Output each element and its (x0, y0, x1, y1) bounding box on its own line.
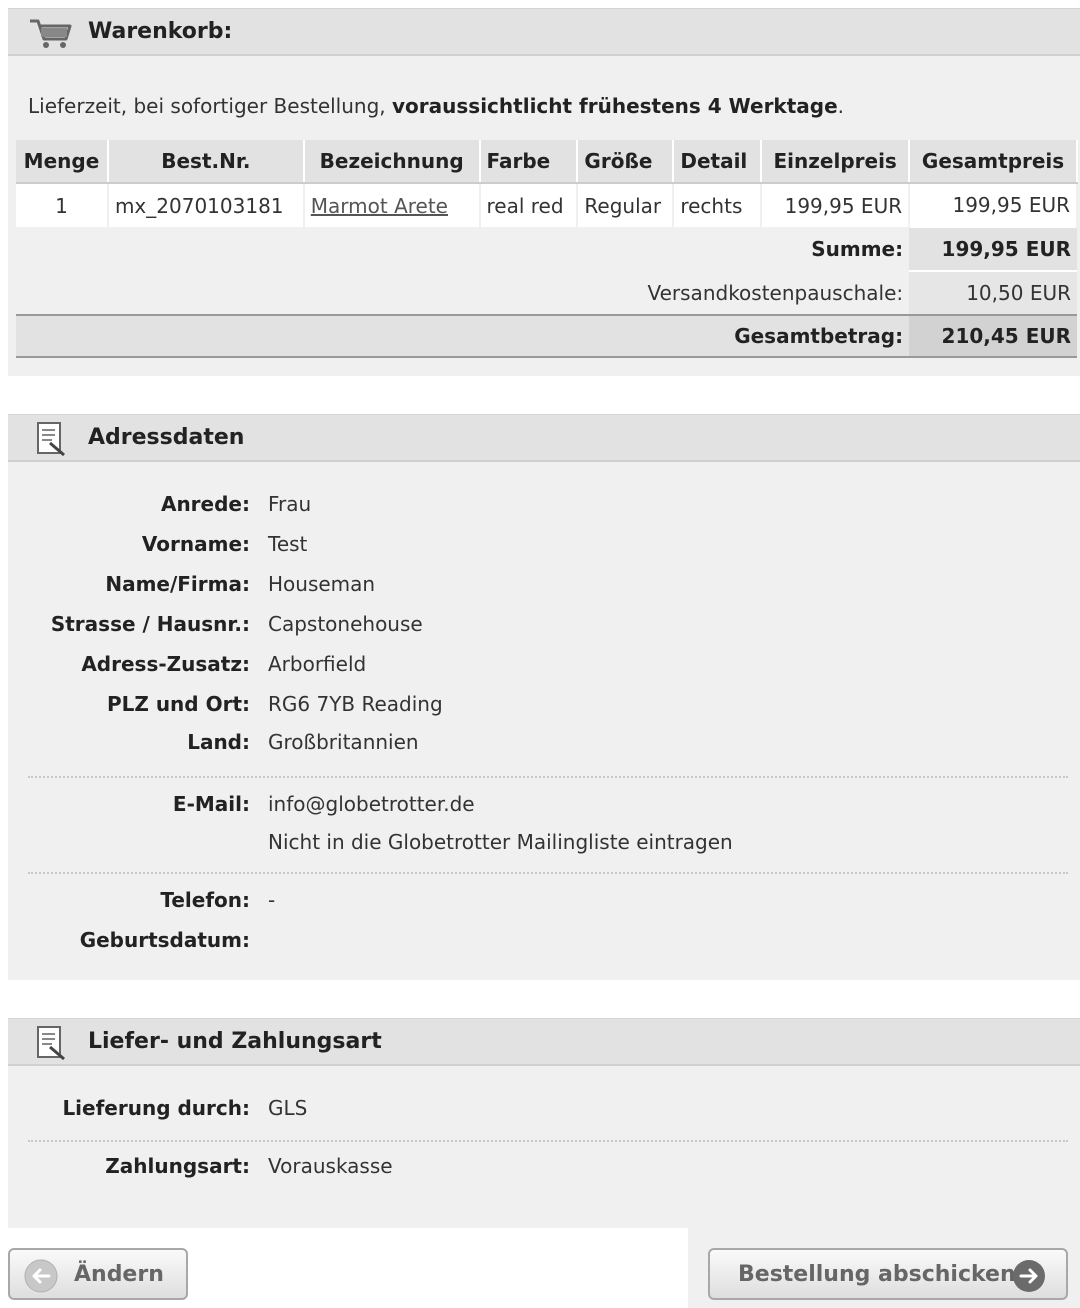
name-label: Name/Firma: (105, 572, 250, 596)
subtotal-label: Summe: (16, 227, 910, 271)
cart-title: Warenkorb: (88, 19, 233, 44)
change-button-label: Ändern (74, 1262, 164, 1287)
street-row: Strasse / Hausnr.: Capstonehouse (8, 612, 1080, 648)
delivery-time-estimate: voraussichtlicht frühestens 4 Werktage (392, 94, 838, 118)
address-title: Adressdaten (88, 425, 245, 450)
payment-row: Zahlungsart: Vorauskasse (8, 1154, 1080, 1190)
document-edit-icon (37, 1026, 65, 1061)
street-value: Capstonehouse (268, 612, 423, 636)
delivery-row: Lieferung durch: GLS (8, 1096, 1080, 1132)
product-link[interactable]: Marmot Arete (311, 194, 448, 218)
phone-label: Telefon: (160, 888, 250, 912)
newsletter-row: Nicht in die Globetrotter Mailingliste e… (8, 830, 1080, 866)
table-row: 1 mx_2070103181 Marmot Arete real red Re… (16, 183, 1078, 227)
country-value: Großbritannien (268, 730, 419, 754)
salutation-label: Anrede: (160, 492, 250, 516)
col-header-total-price: Gesamtpreis (909, 140, 1078, 184)
delivery-label: Lieferung durch: (62, 1096, 250, 1120)
grand-total-row: Gesamtbetrag: 210,45 EUR (16, 314, 1077, 358)
col-header-color: Farbe (479, 140, 579, 184)
cart-header: Warenkorb: (8, 8, 1080, 56)
city-row: PLZ und Ort: RG6 7YB Reading (8, 692, 1080, 728)
delivery-time-prefix: Lieferzeit, bei sofortiger Bestellung, (28, 94, 393, 118)
delivery-value: GLS (268, 1096, 308, 1120)
submit-order-label: Bestellung abschicken (738, 1262, 1016, 1287)
subtotal-row: Summe: 199,95 EUR (16, 226, 1077, 271)
phone-value: - (268, 888, 276, 912)
divider (28, 776, 1068, 778)
item-detail: rechts (673, 183, 763, 227)
cart-table: Menge Best.Nr. Bezeichnung Farbe Größe D… (16, 140, 1078, 358)
item-qty: 1 (16, 183, 109, 227)
divider (28, 872, 1068, 874)
arrow-right-circle-icon (1013, 1260, 1045, 1292)
col-header-number: Best.Nr. (107, 140, 305, 184)
grand-total-value: 210,45 EUR (909, 314, 1077, 358)
email-row: E-Mail: info@globetrotter.de (8, 792, 1080, 828)
col-header-detail: Detail (673, 140, 763, 184)
col-header-name: Bezeichnung (303, 140, 481, 184)
divider (28, 1140, 1068, 1142)
name-value: Houseman (268, 572, 376, 596)
col-header-qty: Menge (16, 140, 109, 184)
email-label: E-Mail: (172, 792, 250, 816)
street-label: Strasse / Hausnr.: (50, 612, 250, 636)
firstname-label: Vorname: (141, 532, 250, 556)
salutation-value: Frau (268, 492, 312, 516)
col-header-unit-price: Einzelpreis (761, 140, 911, 184)
item-color: real red (479, 183, 579, 227)
item-unit-price: 199,95 EUR (761, 183, 911, 227)
address-extra-label: Adress-Zusatz: (81, 652, 250, 676)
shipping-cost-value: 10,50 EUR (909, 270, 1077, 315)
arrow-left-circle-icon (24, 1259, 58, 1293)
birthday-row: Geburtsdatum: (8, 928, 1080, 964)
shipping-cost-row: Versandkostenpauschale: 10,50 EUR (16, 270, 1077, 315)
address-header: Adressdaten (8, 414, 1080, 462)
firstname-value: Test (268, 532, 308, 556)
birthday-label: Geburtsdatum: (79, 928, 250, 952)
country-label: Land: (187, 730, 250, 754)
address-section: Adressdaten Anrede: Frau Vorname: Test N… (8, 414, 1080, 980)
submit-order-button[interactable]: Bestellung abschicken (708, 1248, 1068, 1300)
shipping-payment-header: Liefer- und Zahlungsart (8, 1018, 1080, 1066)
address-extra-value: Arborfield (268, 652, 367, 676)
firstname-row: Vorname: Test (8, 532, 1080, 568)
cart-table-header: Menge Best.Nr. Bezeichnung Farbe Größe D… (16, 140, 1078, 184)
document-edit-icon (37, 422, 65, 457)
phone-row: Telefon: - (8, 888, 1080, 924)
cart-icon (30, 19, 72, 48)
email-value: info@globetrotter.de (268, 792, 475, 816)
shipping-cost-label: Versandkostenpauschale: (16, 271, 910, 315)
item-number: mx_2070103181 (107, 183, 305, 227)
delivery-time-suffix: . (837, 94, 845, 118)
change-button[interactable]: Ändern (8, 1248, 188, 1300)
newsletter-status: Nicht in die Globetrotter Mailingliste e… (268, 830, 733, 854)
shipping-payment-section: Liefer- und Zahlungsart Lieferung durch:… (8, 1018, 1080, 1228)
delivery-time-text: Lieferzeit, bei sofortiger Bestellung, v… (28, 94, 844, 118)
name-row: Name/Firma: Houseman (8, 572, 1080, 608)
subtotal-value: 199,95 EUR (909, 226, 1077, 271)
col-header-size: Größe (577, 140, 675, 184)
city-value: RG6 7YB Reading (268, 692, 443, 716)
salutation-row: Anrede: Frau (8, 492, 1080, 528)
country-row: Land: Großbritannien (8, 730, 1080, 766)
shipping-payment-title: Liefer- und Zahlungsart (88, 1029, 382, 1054)
address-extra-row: Adress-Zusatz: Arborfield (8, 652, 1080, 688)
grand-total-label: Gesamtbetrag: (16, 314, 910, 358)
city-label: PLZ und Ort: (106, 692, 250, 716)
payment-label: Zahlungsart: (105, 1154, 250, 1178)
item-total-price: 199,95 EUR (909, 183, 1078, 227)
item-size: Regular (577, 183, 675, 227)
cart-section: Warenkorb: Lieferzeit, bei sofortiger Be… (8, 8, 1080, 376)
payment-value: Vorauskasse (268, 1154, 393, 1178)
